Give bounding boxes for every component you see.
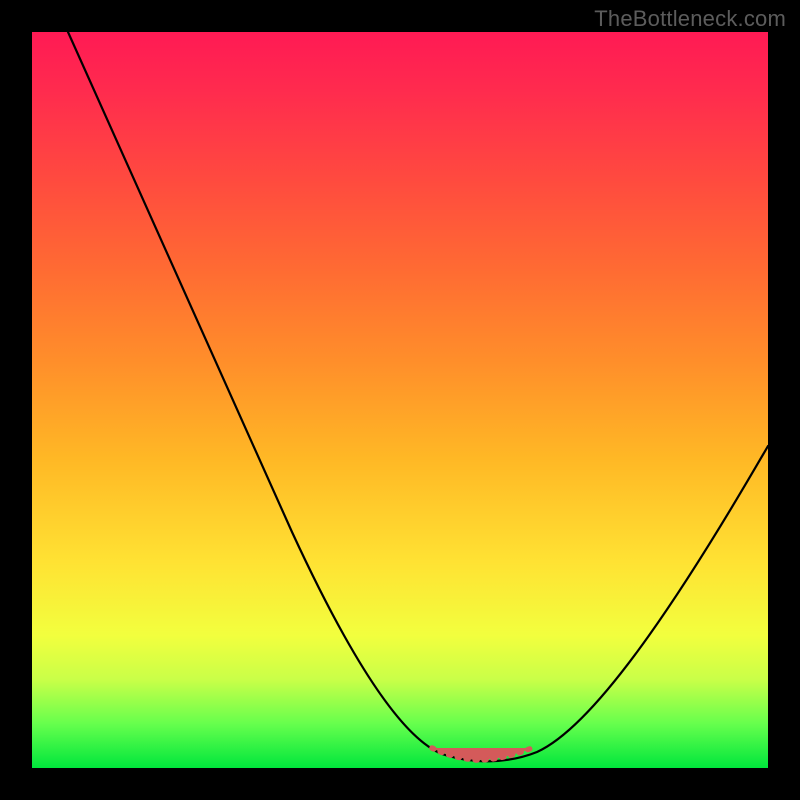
watermark-label: TheBottleneck.com bbox=[594, 6, 786, 32]
chart-frame: TheBottleneck.com bbox=[0, 0, 800, 800]
plot-gradient-area bbox=[32, 32, 768, 768]
bottleneck-curve bbox=[32, 32, 768, 768]
curve-path bbox=[68, 32, 768, 761]
